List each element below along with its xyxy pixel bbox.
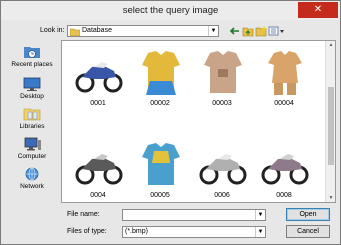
dialog-title: select the query image [122,5,219,16]
look-in-combo[interactable]: Database ▼ [67,25,219,37]
place-recent-places[interactable]: Recent places [6,44,58,68]
file-name: 00003 [212,100,232,107]
file-item-00002[interactable]: 00002 [130,49,190,109]
computer-icon [24,137,41,151]
file-name: 00005 [150,192,170,199]
motorcycle-thumbnail [199,154,247,185]
recent-places-icon [24,47,40,58]
file-name: 0008 [276,192,292,199]
motorcycle-thumbnail [261,154,309,185]
place-label: Computer [17,153,47,160]
scroll-up-icon[interactable]: ▲ [326,42,335,48]
scrollbar-thumb[interactable] [328,87,334,165]
garment-thumbnail [204,51,242,93]
back-icon[interactable] [229,25,241,37]
chevron-down-icon: ▼ [208,26,218,36]
file-name: 0004 [90,192,106,199]
file-name-input[interactable]: ▼ [122,209,266,221]
garment-thumbnail [268,51,302,95]
motorcycle-thumbnail [75,154,123,185]
file-name: 0006 [214,192,230,199]
place-label: Desktop [20,93,44,100]
open-button[interactable]: Open [286,208,330,221]
close-button[interactable]: ✕ [298,2,338,18]
new-folder-icon[interactable] [255,25,267,37]
place-label: Recent places [11,61,53,68]
file-item-00004[interactable]: 00004 [254,49,314,109]
libraries-icon [23,108,41,121]
file-type-value: (*.bmp) [125,228,148,235]
scroll-down-icon[interactable]: ▼ [326,195,335,201]
place-desktop[interactable]: Desktop [6,76,58,100]
cancel-button[interactable]: Cancel [286,225,330,238]
place-computer[interactable]: Computer [6,136,58,160]
network-icon [25,167,39,181]
desktop-icon [23,77,41,91]
vertical-scrollbar[interactable]: ▲ ▼ [325,41,335,202]
place-libraries[interactable]: Libraries [6,106,58,130]
place-network[interactable]: Network [6,166,58,190]
look-in-label: Look in: [40,27,65,34]
view-menu-icon[interactable] [268,25,286,37]
file-name-label: File name: [67,211,100,218]
garment-thumbnail [142,143,180,185]
file-item-0001[interactable]: 0001 [68,49,128,109]
file-list[interactable]: 0001 00002 00003 00004 0004 00005 0006 0… [61,40,336,203]
title-bar[interactable]: select the query image ✕ [1,1,340,20]
file-type-label: Files of type: [67,228,107,235]
look-in-value: Database [82,27,112,34]
file-type-select[interactable]: (*.bmp) ▼ [122,226,266,238]
file-name: 00004 [274,100,294,107]
file-item-0004[interactable]: 0004 [68,141,128,201]
folder-icon [70,28,80,36]
place-label: Libraries [19,123,45,130]
file-item-00003[interactable]: 00003 [192,49,252,109]
file-name: 00002 [150,100,170,107]
file-name: 0001 [90,100,106,107]
garment-thumbnail [142,51,180,95]
file-item-00005[interactable]: 00005 [130,141,190,201]
chevron-down-icon[interactable]: ▼ [255,227,265,237]
file-item-0006[interactable]: 0006 [192,141,252,201]
up-folder-icon[interactable] [242,25,254,37]
places-bar: Recent places Desktop Libraries Computer… [6,42,58,202]
file-dialog-window: select the query image ✕ Look in: Databa… [0,0,341,245]
chevron-down-icon[interactable]: ▼ [255,210,265,220]
place-label: Network [20,183,44,190]
file-item-0008[interactable]: 0008 [254,141,314,201]
motorcycle-thumbnail [75,62,123,93]
